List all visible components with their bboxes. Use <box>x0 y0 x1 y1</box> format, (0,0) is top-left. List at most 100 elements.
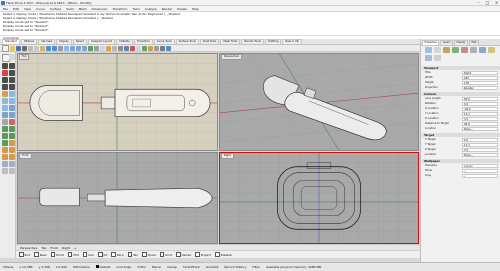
undo-icon[interactable] <box>46 45 51 51</box>
properties-named-view-icon[interactable] <box>488 47 495 53</box>
properties-material-icon[interactable] <box>434 47 441 53</box>
lock-icon[interactable] <box>160 45 165 51</box>
projection-select[interactable]: Parallel <box>462 85 498 90</box>
osnap-disable[interactable]: Disable <box>215 252 232 257</box>
grid-icon[interactable] <box>94 45 99 51</box>
osnap-vertex[interactable]: Vertex <box>176 252 191 257</box>
loft-icon[interactable] <box>9 98 15 104</box>
viewport-title[interactable]: Right <box>221 153 234 159</box>
array-icon[interactable] <box>2 140 8 146</box>
explode-icon[interactable] <box>9 154 15 160</box>
wallpaper-filename-field[interactable]: (none) <box>462 163 498 168</box>
menu-transform[interactable]: Transform <box>112 7 127 11</box>
menu-edit[interactable]: Edit <box>13 7 19 11</box>
menu-analyze[interactable]: Analyze <box>145 7 157 11</box>
menu-curve[interactable]: Curve <box>36 7 45 11</box>
mirror-icon[interactable] <box>9 133 15 139</box>
curve-icon[interactable] <box>2 70 8 76</box>
tab-cplanes[interactable]: CPlanes <box>20 38 38 44</box>
current-layer[interactable]: Default <box>95 265 111 269</box>
viewport-right[interactable]: Right <box>219 152 419 244</box>
tab-viewport-layout[interactable]: Viewport Layout <box>87 38 116 44</box>
minimize-icon[interactable]: – <box>476 0 481 5</box>
osnap-perp[interactable]: Perp <box>111 252 124 257</box>
line-icon[interactable] <box>2 63 8 69</box>
split-icon[interactable] <box>9 147 15 153</box>
tab-render-tools[interactable]: Render Tools <box>241 38 264 44</box>
paste-icon[interactable] <box>40 45 45 51</box>
rectangle-icon[interactable] <box>9 77 15 83</box>
properties-curvature-icon[interactable] <box>479 47 486 53</box>
arc-icon[interactable] <box>2 77 8 83</box>
menu-render[interactable]: Render <box>162 7 173 11</box>
wireframe-icon[interactable] <box>112 45 117 51</box>
units-label[interactable]: Millimeters <box>73 265 90 269</box>
filter-toggle[interactable]: Filter <box>252 265 259 269</box>
tab-perspective[interactable]: Perspective <box>20 246 37 250</box>
distance-to-target-field[interactable]: 99.0 <box>462 121 498 126</box>
print-icon[interactable] <box>22 45 27 51</box>
tab-mesh-tools[interactable]: Mesh Tools <box>220 38 241 44</box>
copy-icon[interactable] <box>34 45 39 51</box>
rotate-view-icon[interactable] <box>64 45 69 51</box>
trim-icon[interactable] <box>2 147 8 153</box>
menu-solid[interactable]: Solid <box>66 7 73 11</box>
open-file-icon[interactable] <box>10 45 15 51</box>
osnap-toggle[interactable]: Osnap <box>167 265 177 269</box>
dimension-icon[interactable] <box>2 161 8 167</box>
menu-view[interactable]: View <box>24 7 31 11</box>
cplane-label[interactable]: CPlane <box>3 265 13 269</box>
properties-attributes-icon[interactable] <box>434 55 441 61</box>
group-icon[interactable] <box>2 168 8 174</box>
surface-icon[interactable] <box>9 91 15 97</box>
lens-length-field[interactable]: 50.0 <box>462 96 498 101</box>
text-icon[interactable] <box>2 91 8 97</box>
properties-light-icon[interactable] <box>461 47 468 53</box>
grid-snap-toggle[interactable]: Grid Snap <box>117 265 132 269</box>
menu-tools[interactable]: Tools <box>132 7 139 11</box>
viewport-title[interactable]: Top <box>19 54 30 60</box>
target-place-button[interactable]: Place... <box>462 152 498 157</box>
scale-icon[interactable] <box>2 133 8 139</box>
pan-icon[interactable] <box>58 45 63 51</box>
wallpaper-gray-checkbox[interactable]: ✓ <box>462 173 498 178</box>
camera-y-field[interactable]: 12.3 <box>462 111 498 116</box>
menu-panels[interactable]: Panels <box>177 7 187 11</box>
zoom-extents-icon[interactable] <box>82 45 87 51</box>
properties-mesh-icon[interactable] <box>470 47 477 53</box>
camera-place-button[interactable]: Place... <box>462 126 498 131</box>
tab-front[interactable]: Front <box>50 246 58 250</box>
tab-drafting[interactable]: Drafting <box>264 38 282 44</box>
zoom-icon[interactable] <box>70 45 75 51</box>
osnap-point[interactable]: Point <box>50 252 64 257</box>
tab-visibility[interactable]: Visibility <box>116 38 133 44</box>
join-icon[interactable] <box>2 154 8 160</box>
tab-display[interactable]: Display <box>56 38 72 44</box>
tab-curve-tools[interactable]: Curve Tools <box>153 38 175 44</box>
viewport-title[interactable]: Front <box>19 153 32 159</box>
viewport-title[interactable]: Perspective <box>221 54 243 60</box>
redo-icon[interactable] <box>52 45 57 51</box>
viewport-title-field[interactable]: Right <box>462 70 498 75</box>
move-icon[interactable] <box>2 126 8 132</box>
properties-object-icon[interactable] <box>425 47 432 53</box>
smarttrack-toggle[interactable]: SmartTrack <box>183 265 200 269</box>
target-x-field[interactable]: 0.0 <box>462 137 498 142</box>
cut-icon[interactable] <box>28 45 33 51</box>
hide-icon[interactable] <box>154 45 159 51</box>
planar-toggle[interactable]: Planar <box>152 265 161 269</box>
analyze-tool-icon[interactable] <box>9 161 15 167</box>
new-file-icon[interactable] <box>2 44 9 52</box>
record-history-toggle[interactable]: Record History <box>224 265 246 269</box>
mesh-icon[interactable] <box>2 119 8 125</box>
tab-transform[interactable]: Transform <box>133 38 153 44</box>
ellipse-icon[interactable] <box>2 84 8 90</box>
tab-right[interactable]: Right <box>62 246 70 250</box>
menu-surface[interactable]: Surface <box>50 7 61 11</box>
light-icon[interactable] <box>106 45 111 51</box>
menu-help[interactable]: Help <box>192 7 199 11</box>
viewport-front[interactable]: Front <box>17 152 218 244</box>
zoom-window-icon[interactable] <box>76 45 81 51</box>
camera-x-field[interactable]: -99.0 <box>462 106 498 111</box>
properties-viewport-icon[interactable] <box>425 55 432 61</box>
